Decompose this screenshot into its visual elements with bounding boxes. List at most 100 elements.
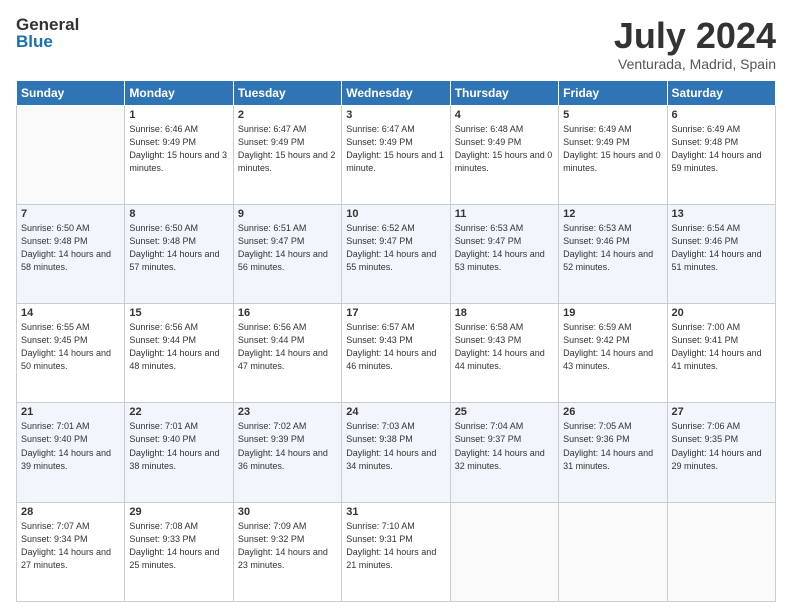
day-info: Sunrise: 6:48 AMSunset: 9:49 PMDaylight:… [455,123,554,175]
day-number: 30 [238,506,337,518]
calendar-cell: 28Sunrise: 7:07 AMSunset: 9:34 PMDayligh… [17,502,125,601]
day-info: Sunrise: 6:52 AMSunset: 9:47 PMDaylight:… [346,222,445,274]
day-number: 16 [238,307,337,319]
day-info: Sunrise: 6:47 AMSunset: 9:49 PMDaylight:… [346,123,445,175]
day-info: Sunrise: 6:50 AMSunset: 9:48 PMDaylight:… [129,222,228,274]
calendar-cell: 10 Sunrise: 6:52 AMSunset: 9:47 PMDayligh… [342,204,450,303]
calendar-cell [559,502,667,601]
calendar-week-row: 21 Sunrise: 7:01 AMSunset: 9:40 PMDayligh… [17,403,776,502]
day-number: 1 [129,109,228,121]
calendar-week-row: 7 Sunrise: 6:50 AMSunset: 9:48 PMDaylight… [17,204,776,303]
day-number: 25 [455,406,554,418]
day-header-wednesday: Wednesday [342,80,450,105]
calendar-cell: 16 Sunrise: 6:56 AMSunset: 9:44 PMDayligh… [233,304,341,403]
calendar-cell [667,502,775,601]
day-info: Sunrise: 6:56 AMSunset: 9:44 PMDaylight:… [238,321,337,373]
main-title: July 2024 [614,16,776,56]
day-info: Sunrise: 7:09 AMSunset: 9:32 PMDaylight:… [238,520,337,572]
calendar-cell: 25 Sunrise: 7:04 AMSunset: 9:37 PMDayligh… [450,403,558,502]
day-header-saturday: Saturday [667,80,775,105]
calendar-cell: 24 Sunrise: 7:03 AMSunset: 9:38 PMDayligh… [342,403,450,502]
day-number: 14 [21,307,120,319]
calendar-cell: 31Sunrise: 7:10 AMSunset: 9:31 PMDayligh… [342,502,450,601]
day-info: Sunrise: 7:03 AMSunset: 9:38 PMDaylight:… [346,420,445,472]
day-info: Sunrise: 6:47 AMSunset: 9:49 PMDaylight:… [238,123,337,175]
day-info: Sunrise: 7:01 AMSunset: 9:40 PMDaylight:… [21,420,120,472]
day-info: Sunrise: 7:08 AMSunset: 9:33 PMDaylight:… [129,520,228,572]
calendar-cell: 29 Sunrise: 7:08 AMSunset: 9:33 PMDayligh… [125,502,233,601]
day-info: Sunrise: 7:04 AMSunset: 9:37 PMDaylight:… [455,420,554,472]
logo-blue: Blue [16,33,79,50]
calendar-cell: 19 Sunrise: 6:59 AMSunset: 9:42 PMDayligh… [559,304,667,403]
day-number: 29 [129,506,228,518]
calendar-week-row: 1Sunrise: 6:46 AMSunset: 9:49 PMDaylight… [17,105,776,204]
day-number: 15 [129,307,228,319]
calendar-cell: 22 Sunrise: 7:01 AMSunset: 9:40 PMDayligh… [125,403,233,502]
day-info: Sunrise: 7:01 AMSunset: 9:40 PMDaylight:… [129,420,228,472]
day-header-sunday: Sunday [17,80,125,105]
day-header-monday: Monday [125,80,233,105]
calendar-cell: 13Sunrise: 6:54 AMSunset: 9:46 PMDayligh… [667,204,775,303]
day-number: 11 [455,208,554,220]
day-number: 2 [238,109,337,121]
day-info: Sunrise: 6:53 AMSunset: 9:46 PMDaylight:… [563,222,662,274]
day-number: 10 [346,208,445,220]
header: General Blue July 2024 Venturada, Madrid… [16,16,776,72]
day-number: 27 [672,406,771,418]
calendar-cell: 9 Sunrise: 6:51 AMSunset: 9:47 PMDaylight… [233,204,341,303]
day-info: Sunrise: 6:51 AMSunset: 9:47 PMDaylight:… [238,222,337,274]
calendar-cell: 26Sunrise: 7:05 AMSunset: 9:36 PMDayligh… [559,403,667,502]
day-number: 24 [346,406,445,418]
calendar-cell: 8Sunrise: 6:50 AMSunset: 9:48 PMDaylight… [125,204,233,303]
calendar-cell: 2 Sunrise: 6:47 AMSunset: 9:49 PMDaylight… [233,105,341,204]
calendar-cell: 17 Sunrise: 6:57 AMSunset: 9:43 PMDayligh… [342,304,450,403]
day-header-friday: Friday [559,80,667,105]
day-info: Sunrise: 6:54 AMSunset: 9:46 PMDaylight:… [672,222,771,274]
day-info: Sunrise: 6:58 AMSunset: 9:43 PMDaylight:… [455,321,554,373]
calendar-header-row: SundayMondayTuesdayWednesdayThursdayFrid… [17,80,776,105]
day-number: 18 [455,307,554,319]
day-number: 21 [21,406,120,418]
calendar-cell: 30 Sunrise: 7:09 AMSunset: 9:32 PMDayligh… [233,502,341,601]
calendar-cell: 3 Sunrise: 6:47 AMSunset: 9:49 PMDaylight… [342,105,450,204]
day-info: Sunrise: 6:59 AMSunset: 9:42 PMDaylight:… [563,321,662,373]
calendar-cell: 27Sunrise: 7:06 AMSunset: 9:35 PMDayligh… [667,403,775,502]
calendar-cell: 18 Sunrise: 6:58 AMSunset: 9:43 PMDayligh… [450,304,558,403]
day-number: 9 [238,208,337,220]
calendar-cell [450,502,558,601]
day-number: 3 [346,109,445,121]
day-info: Sunrise: 6:57 AMSunset: 9:43 PMDaylight:… [346,321,445,373]
day-number: 22 [129,406,228,418]
calendar-cell: 20Sunrise: 7:00 AMSunset: 9:41 PMDayligh… [667,304,775,403]
logo: General Blue [16,16,79,50]
calendar-cell: 15 Sunrise: 6:56 AMSunset: 9:44 PMDayligh… [125,304,233,403]
day-info: Sunrise: 6:53 AMSunset: 9:47 PMDaylight:… [455,222,554,274]
day-info: Sunrise: 6:56 AMSunset: 9:44 PMDaylight:… [129,321,228,373]
calendar-cell: 12Sunrise: 6:53 AMSunset: 9:46 PMDayligh… [559,204,667,303]
calendar-table: SundayMondayTuesdayWednesdayThursdayFrid… [16,80,776,602]
logo-general: General [16,16,79,33]
calendar-cell: 7 Sunrise: 6:50 AMSunset: 9:48 PMDaylight… [17,204,125,303]
page: General Blue July 2024 Venturada, Madrid… [0,0,792,612]
day-info: Sunrise: 7:00 AMSunset: 9:41 PMDaylight:… [672,321,771,373]
calendar-cell: 23Sunrise: 7:02 AMSunset: 9:39 PMDayligh… [233,403,341,502]
day-info: Sunrise: 6:49 AMSunset: 9:49 PMDaylight:… [563,123,662,175]
day-number: 17 [346,307,445,319]
day-header-tuesday: Tuesday [233,80,341,105]
day-number: 5 [563,109,662,121]
calendar-week-row: 28Sunrise: 7:07 AMSunset: 9:34 PMDayligh… [17,502,776,601]
day-number: 23 [238,406,337,418]
calendar-cell [17,105,125,204]
day-info: Sunrise: 7:05 AMSunset: 9:36 PMDaylight:… [563,420,662,472]
day-number: 31 [346,506,445,518]
day-number: 7 [21,208,120,220]
calendar-cell: 1Sunrise: 6:46 AMSunset: 9:49 PMDaylight… [125,105,233,204]
day-info: Sunrise: 6:49 AMSunset: 9:48 PMDaylight:… [672,123,771,175]
calendar-cell: 5 Sunrise: 6:49 AMSunset: 9:49 PMDaylight… [559,105,667,204]
day-info: Sunrise: 6:55 AMSunset: 9:45 PMDaylight:… [21,321,120,373]
logo-text: General Blue [16,16,79,50]
calendar-week-row: 14 Sunrise: 6:55 AMSunset: 9:45 PMDayligh… [17,304,776,403]
day-info: Sunrise: 6:50 AMSunset: 9:48 PMDaylight:… [21,222,120,274]
day-header-thursday: Thursday [450,80,558,105]
day-number: 19 [563,307,662,319]
